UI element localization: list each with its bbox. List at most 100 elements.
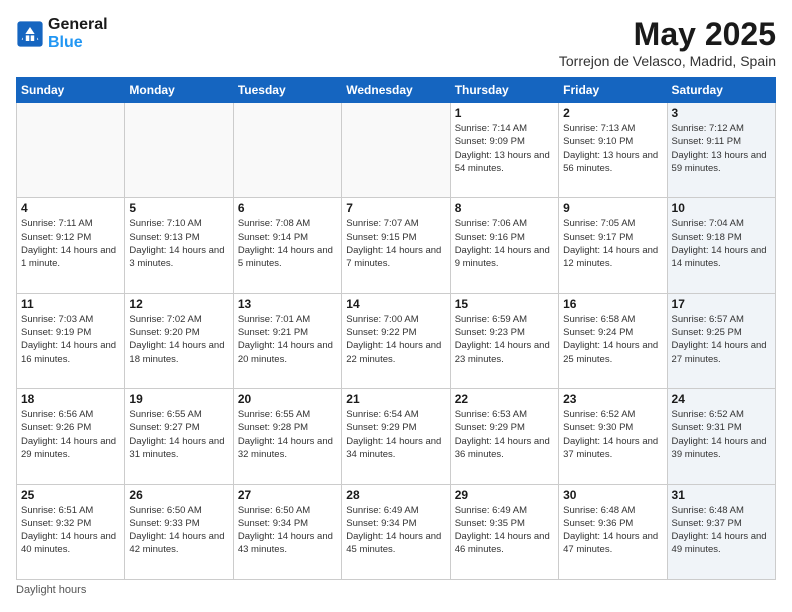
day-info: Sunrise: 6:49 AM Sunset: 9:34 PM Dayligh…	[346, 504, 445, 557]
col-friday: Friday	[559, 78, 667, 103]
day-number: 6	[238, 201, 337, 215]
calendar-cell: 24Sunrise: 6:52 AM Sunset: 9:31 PM Dayli…	[667, 389, 775, 484]
day-number: 1	[455, 106, 554, 120]
day-number: 3	[672, 106, 771, 120]
day-info: Sunrise: 7:01 AM Sunset: 9:21 PM Dayligh…	[238, 313, 337, 366]
calendar-cell: 3 Sunrise: 7:12 AM Sunset: 9:11 PM Daylig…	[667, 103, 775, 198]
day-number: 9	[563, 201, 662, 215]
calendar-cell: 9 Sunrise: 7:05 AM Sunset: 9:17 PM Daylig…	[559, 198, 667, 293]
day-number: 12	[129, 297, 228, 311]
calendar-cell: 13 Sunrise: 7:01 AM Sunset: 9:21 PM Dayli…	[233, 293, 341, 388]
calendar-week-4: 25 Sunrise: 6:51 AM Sunset: 9:32 PM Dayli…	[17, 484, 776, 579]
day-info: Sunrise: 7:11 AM Sunset: 9:12 PM Dayligh…	[21, 217, 120, 270]
day-number: 8	[455, 201, 554, 215]
day-number: 26	[129, 488, 228, 502]
day-number: 15	[455, 297, 554, 311]
day-info: Sunrise: 7:00 AM Sunset: 9:22 PM Dayligh…	[346, 313, 445, 366]
calendar-cell: 8 Sunrise: 7:06 AM Sunset: 9:16 PM Daylig…	[450, 198, 558, 293]
day-number: 22	[455, 392, 554, 406]
calendar-cell: 10 Sunrise: 7:04 AM Sunset: 9:18 PM Dayli…	[667, 198, 775, 293]
day-info: Sunrise: 7:08 AM Sunset: 9:14 PM Dayligh…	[238, 217, 337, 270]
day-info: Sunrise: 7:06 AM Sunset: 9:16 PM Dayligh…	[455, 217, 554, 270]
col-wednesday: Wednesday	[342, 78, 450, 103]
day-number: 19	[129, 392, 228, 406]
day-number: 29	[455, 488, 554, 502]
day-number: 7	[346, 201, 445, 215]
day-info: Sunrise: 6:52 AM Sunset: 9:31 PM Dayligh…	[672, 408, 771, 461]
day-info: Sunrise: 7:12 AM Sunset: 9:11 PM Dayligh…	[672, 122, 771, 175]
day-info: Sunrise: 6:51 AM Sunset: 9:32 PM Dayligh…	[21, 504, 120, 557]
calendar-cell: 18 Sunrise: 6:56 AM Sunset: 9:26 PM Dayli…	[17, 389, 125, 484]
logo-icon	[16, 20, 44, 48]
day-number: 30	[563, 488, 662, 502]
day-number: 2	[563, 106, 662, 120]
day-info: Sunrise: 6:55 AM Sunset: 9:28 PM Dayligh…	[238, 408, 337, 461]
col-monday: Monday	[125, 78, 233, 103]
calendar-cell: 11Sunrise: 7:03 AM Sunset: 9:19 PM Dayli…	[17, 293, 125, 388]
day-info: Sunrise: 6:50 AM Sunset: 9:33 PM Dayligh…	[129, 504, 228, 557]
day-info: Sunrise: 6:52 AM Sunset: 9:30 PM Dayligh…	[563, 408, 662, 461]
day-number: 10	[672, 201, 771, 215]
day-info: Sunrise: 7:05 AM Sunset: 9:17 PM Dayligh…	[563, 217, 662, 270]
logo-text: General Blue	[48, 16, 108, 52]
calendar-table: Sunday Monday Tuesday Wednesday Thursday…	[16, 77, 776, 580]
calendar-cell: 29 Sunrise: 6:49 AM Sunset: 9:35 PM Dayli…	[450, 484, 558, 579]
calendar-cell: 16 Sunrise: 6:58 AM Sunset: 9:24 PM Dayli…	[559, 293, 667, 388]
page: General Blue May 2025 Torrejon de Velasc…	[0, 0, 792, 612]
day-number: 25	[21, 488, 120, 502]
calendar-cell: 1 Sunrise: 7:14 AM Sunset: 9:09 PM Daylig…	[450, 103, 558, 198]
day-info: Sunrise: 7:02 AM Sunset: 9:20 PM Dayligh…	[129, 313, 228, 366]
calendar-header-row: Sunday Monday Tuesday Wednesday Thursday…	[17, 78, 776, 103]
day-info: Sunrise: 6:59 AM Sunset: 9:23 PM Dayligh…	[455, 313, 554, 366]
day-info: Sunrise: 7:13 AM Sunset: 9:10 PM Dayligh…	[563, 122, 662, 175]
calendar-cell: 5Sunrise: 7:10 AM Sunset: 9:13 PM Daylig…	[125, 198, 233, 293]
calendar-week-3: 18 Sunrise: 6:56 AM Sunset: 9:26 PM Dayli…	[17, 389, 776, 484]
day-number: 23	[563, 392, 662, 406]
calendar-cell: 31 Sunrise: 6:48 AM Sunset: 9:37 PM Dayli…	[667, 484, 775, 579]
day-number: 14	[346, 297, 445, 311]
day-info: Sunrise: 6:48 AM Sunset: 9:37 PM Dayligh…	[672, 504, 771, 557]
calendar-cell: 23 Sunrise: 6:52 AM Sunset: 9:30 PM Dayli…	[559, 389, 667, 484]
day-info: Sunrise: 6:57 AM Sunset: 9:25 PM Dayligh…	[672, 313, 771, 366]
day-info: Sunrise: 6:48 AM Sunset: 9:36 PM Dayligh…	[563, 504, 662, 557]
day-info: Sunrise: 6:53 AM Sunset: 9:29 PM Dayligh…	[455, 408, 554, 461]
title-block: May 2025 Torrejon de Velasco, Madrid, Sp…	[559, 16, 776, 69]
header: General Blue May 2025 Torrejon de Velasc…	[16, 16, 776, 69]
day-info: Sunrise: 6:58 AM Sunset: 9:24 PM Dayligh…	[563, 313, 662, 366]
col-sunday: Sunday	[17, 78, 125, 103]
calendar-cell: 22 Sunrise: 6:53 AM Sunset: 9:29 PM Dayli…	[450, 389, 558, 484]
col-tuesday: Tuesday	[233, 78, 341, 103]
day-number: 4	[21, 201, 120, 215]
calendar-cell	[17, 103, 125, 198]
calendar-cell: 27Sunrise: 6:50 AM Sunset: 9:34 PM Dayli…	[233, 484, 341, 579]
day-number: 31	[672, 488, 771, 502]
day-number: 16	[563, 297, 662, 311]
calendar-week-1: 4 Sunrise: 7:11 AM Sunset: 9:12 PM Daylig…	[17, 198, 776, 293]
day-number: 18	[21, 392, 120, 406]
day-info: Sunrise: 6:50 AM Sunset: 9:34 PM Dayligh…	[238, 504, 337, 557]
col-saturday: Saturday	[667, 78, 775, 103]
calendar-cell	[233, 103, 341, 198]
day-number: 28	[346, 488, 445, 502]
day-number: 13	[238, 297, 337, 311]
day-info: Sunrise: 6:49 AM Sunset: 9:35 PM Dayligh…	[455, 504, 554, 557]
calendar-cell: 4 Sunrise: 7:11 AM Sunset: 9:12 PM Daylig…	[17, 198, 125, 293]
day-info: Sunrise: 6:54 AM Sunset: 9:29 PM Dayligh…	[346, 408, 445, 461]
calendar-week-2: 11Sunrise: 7:03 AM Sunset: 9:19 PM Dayli…	[17, 293, 776, 388]
main-title: May 2025	[559, 16, 776, 53]
day-number: 17	[672, 297, 771, 311]
calendar-cell: 19 Sunrise: 6:55 AM Sunset: 9:27 PM Dayli…	[125, 389, 233, 484]
day-info: Sunrise: 7:07 AM Sunset: 9:15 PM Dayligh…	[346, 217, 445, 270]
footer-note: Daylight hours	[16, 584, 776, 596]
calendar-cell: 14 Sunrise: 7:00 AM Sunset: 9:22 PM Dayli…	[342, 293, 450, 388]
logo: General Blue	[16, 16, 108, 52]
calendar-cell: 25 Sunrise: 6:51 AM Sunset: 9:32 PM Dayli…	[17, 484, 125, 579]
day-number: 5	[129, 201, 228, 215]
day-info: Sunrise: 6:55 AM Sunset: 9:27 PM Dayligh…	[129, 408, 228, 461]
calendar-cell: 30 Sunrise: 6:48 AM Sunset: 9:36 PM Dayli…	[559, 484, 667, 579]
day-info: Sunrise: 7:14 AM Sunset: 9:09 PM Dayligh…	[455, 122, 554, 175]
calendar-cell: 21Sunrise: 6:54 AM Sunset: 9:29 PM Dayli…	[342, 389, 450, 484]
calendar-cell: 26 Sunrise: 6:50 AM Sunset: 9:33 PM Dayli…	[125, 484, 233, 579]
day-info: Sunrise: 6:56 AM Sunset: 9:26 PM Dayligh…	[21, 408, 120, 461]
day-info: Sunrise: 7:04 AM Sunset: 9:18 PM Dayligh…	[672, 217, 771, 270]
